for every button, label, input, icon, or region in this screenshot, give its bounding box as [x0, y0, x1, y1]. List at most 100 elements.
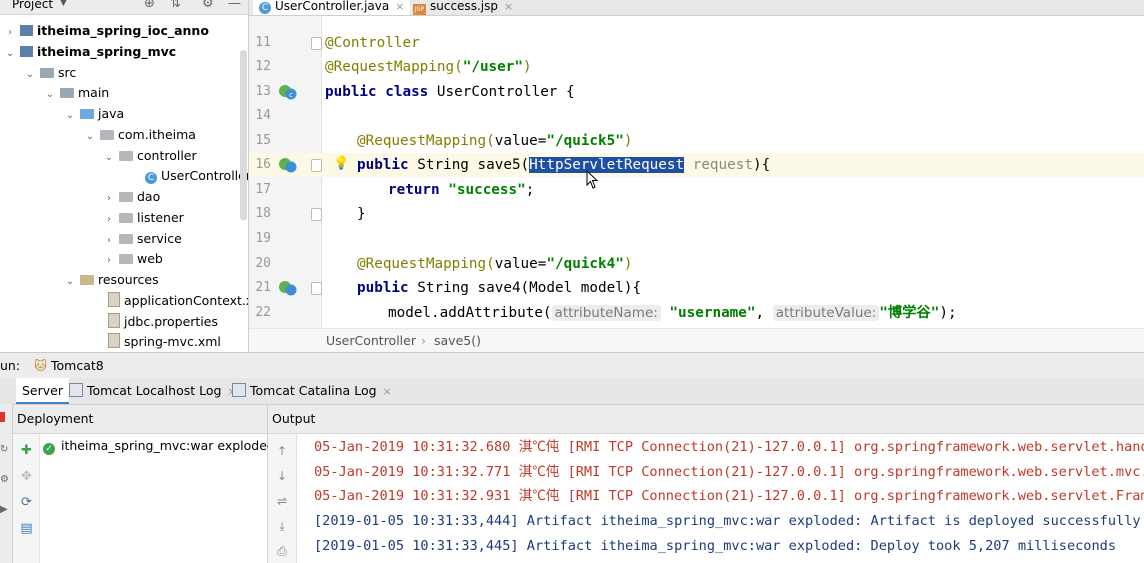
code-line-14[interactable]: 14	[249, 104, 1144, 128]
tab-tomcat-localhost-log[interactable]: Tomcat Localhost Log×	[63, 378, 243, 404]
minimize-icon[interactable]: —	[228, 0, 241, 11]
log-line: 05-Jan-2019 10:31:32.771 淇℃伅 [RMI TCP Co…	[314, 464, 1144, 480]
spring-bean-icon[interactable]: c	[279, 84, 297, 100]
soft-wrap-icon[interactable]: ⇌	[276, 494, 288, 508]
package-icon	[119, 254, 133, 264]
code-line-19[interactable]: 19	[249, 227, 1144, 251]
chevron-down-icon[interactable]: ▼	[60, 0, 67, 8]
code-editor[interactable]: 11 @Controller 12 @RequestMapping("/user…	[249, 16, 1144, 328]
code-line-12[interactable]: 12 @RequestMapping("/user")	[249, 55, 1144, 79]
line-number: 13	[255, 84, 271, 99]
deploy-settings-icon[interactable]: ▤	[20, 522, 33, 535]
deployment-item[interactable]: ✓ itheima_spring_mvc:war exploded	[43, 438, 275, 455]
gear-icon[interactable]: ⚙	[202, 0, 214, 11]
project-scrollbar[interactable]	[240, 50, 247, 220]
code-line-20[interactable]: 20 @RequestMapping(value="/quick4")	[249, 252, 1144, 276]
lightbulb-icon[interactable]: 💡	[333, 156, 349, 171]
tree-item-spring-mvc-xml[interactable]: spring-mvc.xml	[108, 332, 221, 352]
rerun-icon[interactable]: ↻	[0, 444, 8, 455]
scroll-up-icon[interactable]: ↑	[276, 444, 288, 458]
tree-item-dao[interactable]: › dao	[103, 187, 160, 207]
deploy-all-icon[interactable]: ✚	[20, 444, 33, 457]
run-icon[interactable]: ▶	[0, 504, 8, 515]
spring-mapping-icon[interactable]	[279, 280, 297, 296]
code-line-11[interactable]: 11 @Controller	[249, 31, 1144, 55]
code-line-15[interactable]: 15 @RequestMapping(value="/quick5")	[249, 129, 1144, 153]
tree-item-main[interactable]: ⌄ main	[44, 83, 109, 103]
print-icon[interactable]: ⎙	[276, 544, 288, 559]
close-icon[interactable]: ×	[395, 0, 404, 13]
chevron-right-icon[interactable]: ›	[103, 231, 115, 251]
tree-item-label: com.itheima	[118, 127, 196, 142]
tab-usercontroller-java[interactable]: C UserController.java ×	[253, 0, 411, 15]
chevron-right-icon[interactable]: ›	[103, 189, 115, 209]
tree-item-src[interactable]: ⌄ src	[24, 63, 76, 83]
package-icon	[119, 192, 133, 202]
chevron-right-icon[interactable]: ›	[103, 251, 115, 271]
code-line-13[interactable]: 13 c public class UserController {	[249, 80, 1144, 104]
line-number: 16	[255, 157, 271, 172]
selected-text[interactable]: HttpServletRequest	[529, 157, 685, 173]
tab-tomcat-catalina-log[interactable]: Tomcat Catalina Log ×	[226, 378, 398, 404]
folder-icon	[40, 68, 54, 78]
tree-item-label: dao	[137, 189, 161, 204]
tree-item-usercontroller[interactable]: C UserController	[145, 166, 248, 186]
fold-marker-icon[interactable]	[311, 159, 322, 172]
tree-item-applicationcontext[interactable]: applicationContext.xm	[108, 291, 248, 311]
code-line-16[interactable]: 16 💡 public String save5(HttpServletRequ…	[249, 153, 1144, 177]
scroll-down-icon[interactable]: ↓	[276, 469, 288, 483]
chevron-down-icon[interactable]: ⌄	[44, 85, 56, 105]
tree-item-web[interactable]: › web	[103, 249, 163, 269]
tree-item-spring-mvc-module[interactable]: ⌄ itheima_spring_mvc	[4, 42, 176, 62]
tab-server[interactable]: Server	[16, 378, 69, 404]
undeploy-icon[interactable]: ✥	[20, 470, 33, 483]
fold-marker-icon[interactable]	[311, 208, 322, 221]
tab-success-jsp[interactable]: JSP success.jsp ×	[407, 0, 519, 15]
chevron-down-icon[interactable]: ⌄	[64, 106, 76, 126]
tree-item-listener[interactable]: › listener	[103, 208, 184, 228]
close-icon[interactable]: ×	[504, 0, 513, 13]
line-number: 18	[255, 206, 271, 221]
tree-item-java[interactable]: ⌄ java	[64, 104, 124, 124]
breadcrumb-class[interactable]: UserController	[326, 329, 416, 353]
chevron-right-icon[interactable]: ›	[103, 210, 115, 230]
tree-item-resources[interactable]: ⌄ resources	[64, 270, 159, 290]
code-line-21[interactable]: 21 public String save4(Model model){	[249, 276, 1144, 300]
fold-marker-icon[interactable]	[311, 282, 322, 295]
log-icon	[232, 383, 246, 397]
chevron-down-icon[interactable]: ⌄	[103, 148, 115, 168]
tree-item-jdbc-properties[interactable]: jdbc.properties	[108, 312, 218, 332]
tree-item-label: jdbc.properties	[124, 314, 218, 329]
tree-item-com-itheima[interactable]: ⌄ com.itheima	[84, 125, 196, 145]
code-line-18[interactable]: 18 }	[249, 202, 1144, 226]
refresh-icon[interactable]: ⟳	[20, 496, 33, 509]
tree-item-ioc-anno-module[interactable]: › itheima_spring_ioc_anno	[4, 21, 209, 41]
chevron-down-icon[interactable]: ⌄	[64, 272, 76, 292]
settings-icon[interactable]: ⚙	[0, 474, 9, 485]
code-line-22[interactable]: 22 model.addAttribute(attributeName: "us…	[249, 301, 1144, 325]
fold-marker-icon[interactable]	[311, 37, 322, 50]
spring-mapping-icon[interactable]	[279, 157, 297, 173]
chevron-down-icon[interactable]: ⌄	[4, 44, 16, 64]
chevron-down-icon[interactable]: ⌄	[24, 65, 36, 85]
stop-icon[interactable]	[0, 412, 5, 422]
close-icon[interactable]: ×	[383, 385, 392, 398]
scroll-to-end-icon[interactable]: ⤓	[276, 519, 288, 534]
keyword: public	[357, 157, 418, 173]
project-title[interactable]: Project	[12, 0, 53, 11]
code-line-17[interactable]: 17 return "success";	[249, 178, 1144, 202]
run-config-tab[interactable]: 🐱 Tomcat8	[34, 353, 104, 378]
breadcrumb-method[interactable]: save5()	[434, 329, 481, 353]
package-icon	[119, 213, 133, 223]
code-token: String save4(Model model){	[417, 280, 642, 296]
tree-item-service[interactable]: › service	[103, 229, 182, 249]
chevron-down-icon[interactable]: ⌄	[84, 127, 96, 147]
locate-icon[interactable]: ⊕	[144, 0, 155, 11]
tree-item-label: applicationContext.xm	[124, 293, 248, 308]
collapse-icon[interactable]: ⇅	[170, 0, 181, 11]
jsp-file-icon: JSP	[413, 4, 426, 15]
chevron-right-icon[interactable]: ›	[4, 23, 16, 43]
tree-item-controller[interactable]: ⌄ controller	[103, 146, 197, 166]
package-icon	[100, 130, 114, 140]
log-line: [2019-01-05 10:31:33,444] Artifact ithei…	[314, 513, 1141, 529]
